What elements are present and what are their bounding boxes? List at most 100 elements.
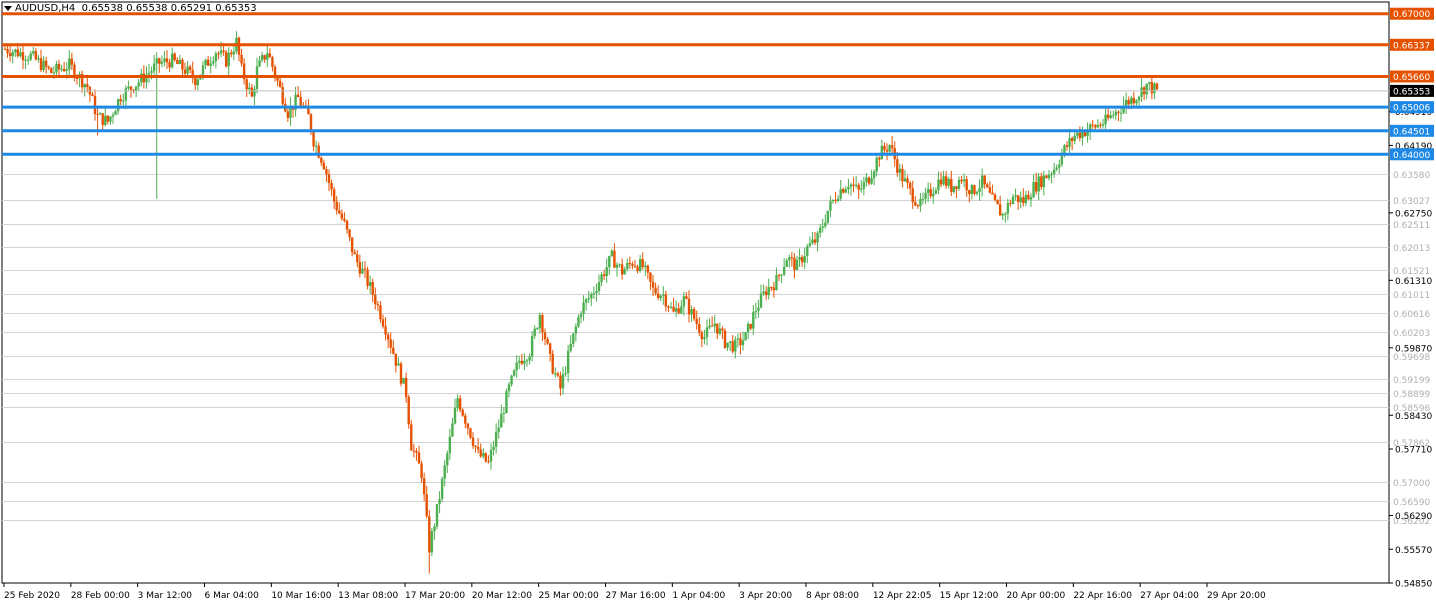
candle-body[interactable] <box>219 50 223 54</box>
candle-body[interactable] <box>245 79 248 90</box>
candle-body[interactable] <box>577 317 580 327</box>
candle-body[interactable] <box>397 363 400 366</box>
candle-body[interactable] <box>898 168 902 173</box>
candle-body[interactable] <box>682 296 686 307</box>
candle-body[interactable] <box>664 294 668 307</box>
candle-body[interactable] <box>374 294 377 305</box>
candle-body[interactable] <box>8 53 12 57</box>
candle-body[interactable] <box>1145 83 1148 95</box>
candle-body[interactable] <box>924 192 927 199</box>
candle-body[interactable] <box>816 232 819 243</box>
candle-body[interactable] <box>1081 131 1084 139</box>
candle-body[interactable] <box>795 259 799 270</box>
candle-body[interactable] <box>21 52 25 61</box>
candle-body[interactable] <box>788 257 791 261</box>
candle-body[interactable] <box>178 59 182 64</box>
candle-body[interactable] <box>1099 124 1102 126</box>
candle-body[interactable] <box>494 431 498 447</box>
candle-body[interactable] <box>500 413 503 428</box>
candle-body[interactable] <box>3 48 7 50</box>
candle-body[interactable] <box>384 326 387 335</box>
candle-body[interactable] <box>888 145 891 152</box>
candle-body[interactable] <box>842 189 845 193</box>
candle-body[interactable] <box>492 446 495 451</box>
candle-body[interactable] <box>1132 97 1136 104</box>
candle-body[interactable] <box>878 157 881 160</box>
candle-body[interactable] <box>831 199 835 202</box>
candle-body[interactable] <box>659 295 662 299</box>
candle-body[interactable] <box>813 239 817 243</box>
price-chart[interactable]: 0.63580 0.63027 0.62511 0.62013 0.61521 0.610… <box>0 0 1436 606</box>
candle-body[interactable] <box>649 272 652 282</box>
candle-body[interactable] <box>615 264 619 268</box>
candle-body[interactable] <box>955 186 958 189</box>
candle-body[interactable] <box>368 282 372 286</box>
candle-body[interactable] <box>896 159 899 173</box>
candle-body[interactable] <box>160 61 164 64</box>
candle-body[interactable] <box>561 374 565 389</box>
candle-body[interactable] <box>883 145 886 150</box>
candle-body[interactable] <box>170 53 174 68</box>
candle-body[interactable] <box>394 353 398 366</box>
candle-body[interactable] <box>600 274 603 283</box>
candle-body[interactable] <box>685 296 688 299</box>
candle-body[interactable] <box>338 210 341 214</box>
candle-body[interactable] <box>1052 169 1056 174</box>
candle-body[interactable] <box>636 266 639 272</box>
candle-body[interactable] <box>433 526 436 532</box>
candle-body[interactable] <box>716 323 719 334</box>
candle-body[interactable] <box>908 182 912 189</box>
candle-body[interactable] <box>350 237 354 253</box>
candle-body[interactable] <box>443 465 446 479</box>
candle-body[interactable] <box>1058 164 1061 168</box>
candle-body[interactable] <box>340 213 344 219</box>
candle-body[interactable] <box>554 373 557 375</box>
candle-body[interactable] <box>114 111 117 115</box>
candle-body[interactable] <box>32 51 35 54</box>
candle-body[interactable] <box>39 58 43 70</box>
candle-body[interactable] <box>1124 99 1128 106</box>
candle-body[interactable] <box>422 478 426 495</box>
candle-body[interactable] <box>44 60 48 67</box>
candle-body[interactable] <box>703 337 706 340</box>
candle-body[interactable] <box>330 182 333 190</box>
candle-body[interactable] <box>158 58 161 64</box>
candle-body[interactable] <box>24 59 27 61</box>
candle-body[interactable] <box>566 350 570 374</box>
candle-body[interactable] <box>70 58 74 65</box>
candle-body[interactable] <box>854 184 858 186</box>
candle-body[interactable] <box>47 66 50 69</box>
candle-body[interactable] <box>1083 131 1087 136</box>
candle-body[interactable] <box>826 210 830 223</box>
candle-body[interactable] <box>741 340 745 346</box>
candle-body[interactable] <box>186 66 189 74</box>
candle-body[interactable] <box>37 58 40 60</box>
candle-body[interactable] <box>646 265 650 273</box>
candle-body[interactable] <box>417 452 421 464</box>
candle-body[interactable] <box>564 373 567 375</box>
candle-body[interactable] <box>248 87 251 90</box>
candle-body[interactable] <box>335 201 338 211</box>
candle-body[interactable] <box>389 339 392 348</box>
candle-body[interactable] <box>109 116 112 122</box>
candle-body[interactable] <box>800 257 804 263</box>
candle-body[interactable] <box>986 184 989 188</box>
candle-body[interactable] <box>1019 197 1022 203</box>
candle-body[interactable] <box>847 186 850 190</box>
candle-body[interactable] <box>993 194 997 200</box>
candle-body[interactable] <box>903 178 907 182</box>
candle-body[interactable] <box>746 323 750 333</box>
candle-body[interactable] <box>410 424 413 451</box>
candle-body[interactable] <box>1117 111 1120 113</box>
candle-body[interactable] <box>188 66 192 70</box>
candle-body[interactable] <box>140 73 143 83</box>
candle-body[interactable] <box>806 246 809 257</box>
candle-body[interactable] <box>829 201 832 211</box>
candle-body[interactable] <box>1055 167 1058 170</box>
candle-body[interactable] <box>106 115 110 122</box>
candle-body[interactable] <box>595 291 598 294</box>
candle-body[interactable] <box>266 53 269 60</box>
candle-body[interactable] <box>353 252 356 255</box>
candle-body[interactable] <box>672 306 675 312</box>
candle-body[interactable] <box>592 293 596 295</box>
